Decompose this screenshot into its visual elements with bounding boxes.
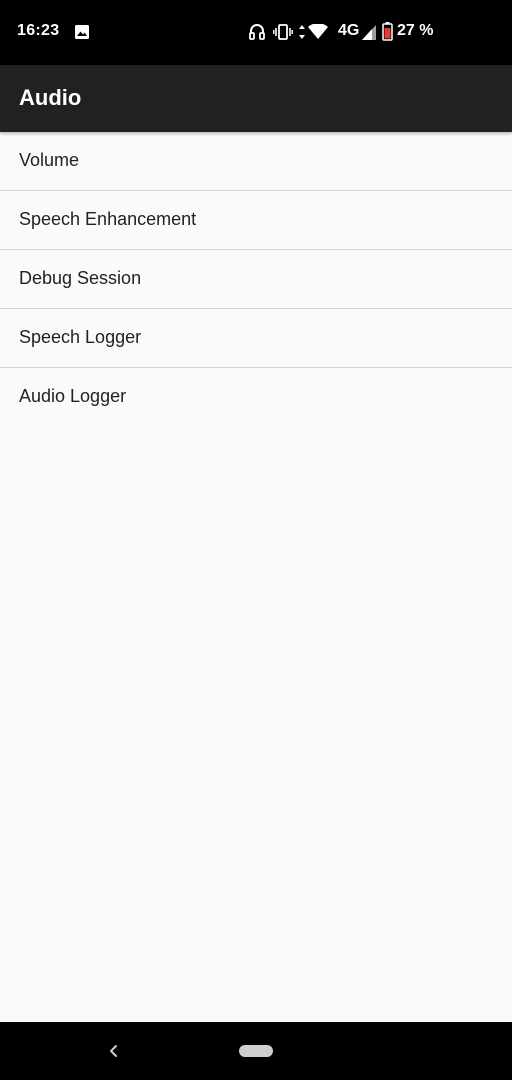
vibrate-icon [273, 23, 293, 46]
data-arrows-icon [298, 23, 306, 46]
signal-icon [362, 25, 376, 45]
list-item-volume[interactable]: Volume [0, 132, 512, 191]
headset-icon [248, 23, 266, 46]
status-time: 16:23 [17, 22, 60, 39]
list-item-speech-logger[interactable]: Speech Logger [0, 309, 512, 368]
settings-list: Volume Speech Enhancement Debug Session … [0, 132, 512, 426]
page-title: Audio [19, 85, 82, 110]
list-item-label: Speech Enhancement [19, 209, 197, 229]
app-bar: Audio [0, 65, 512, 132]
list-item-speech-enhancement[interactable]: Speech Enhancement [0, 191, 512, 250]
navigation-bar [0, 1022, 512, 1080]
network-type: 4G [338, 22, 360, 39]
status-bar: 16:23 4G 27 % [0, 0, 512, 65]
list-item-label: Debug Session [19, 268, 142, 288]
list-item-debug-session[interactable]: Debug Session [0, 250, 512, 309]
back-icon[interactable] [104, 1040, 124, 1062]
screen: 16:23 4G 27 % Audio Volume Speech Enhanc… [0, 0, 512, 1080]
wifi-icon [308, 23, 328, 45]
list-item-label: Audio Logger [19, 386, 127, 406]
home-pill-icon[interactable] [239, 1045, 273, 1057]
battery-icon [382, 22, 393, 46]
photo-icon [75, 25, 89, 39]
list-item-audio-logger[interactable]: Audio Logger [0, 368, 512, 426]
list-item-label: Speech Logger [19, 327, 142, 347]
battery-percent: 27 % [397, 22, 434, 39]
list-item-label: Volume [19, 150, 80, 170]
